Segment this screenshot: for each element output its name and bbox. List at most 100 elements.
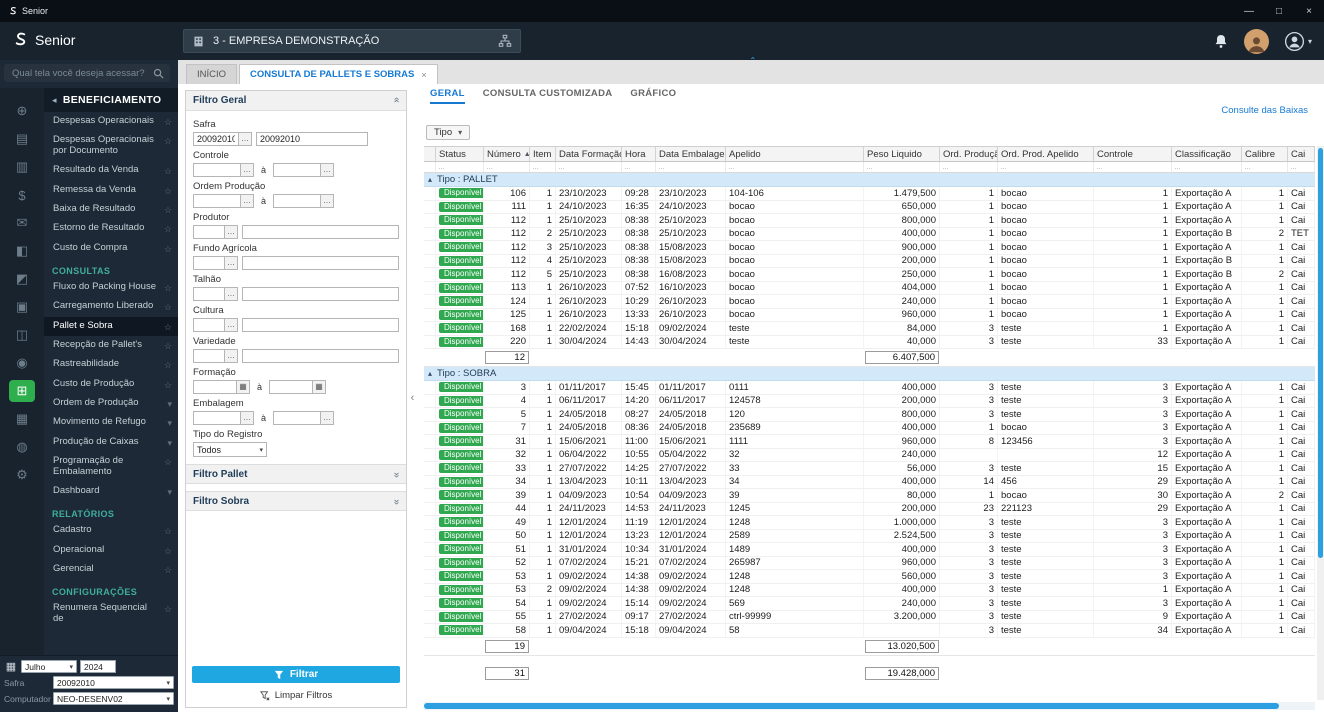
favorite-star-icon[interactable]: ☆ <box>164 186 172 196</box>
group-expanded-icon[interactable]: ▴ <box>428 369 432 378</box>
fundo-code-input[interactable] <box>193 256 225 270</box>
favorite-star-icon[interactable]: ☆ <box>164 457 172 467</box>
table-row[interactable]: Disponível 112 4 25/10/2023 08:38 15/08/2023 b… <box>424 254 1315 268</box>
sidebar-module-header[interactable]: ◂ BENEFICIAMENTO <box>44 88 178 112</box>
favorite-star-icon[interactable]: ☆ <box>164 546 172 556</box>
tipo-registro-select[interactable]: Todos ▾ <box>193 442 267 457</box>
table-row[interactable]: Disponível 34 1 13/04/2023 10:11 13/04/2023 34… <box>424 475 1315 489</box>
sidebar-item-movimento-de-refugo[interactable]: Movimento de Refugo ▾ <box>44 413 178 432</box>
sidebar-item-ordem-de-producao[interactable]: Ordem de Produção ▾ <box>44 394 178 413</box>
embalagem-to-input[interactable] <box>273 411 322 425</box>
collapse-up-icon[interactable]: » <box>391 98 402 103</box>
pin-icon[interactable]: ◍ <box>9 436 35 458</box>
production-icon[interactable]: ◩ <box>9 268 35 290</box>
computer-select[interactable]: NEO-DESENV02 ▾ <box>53 692 174 705</box>
column-header-classificacao[interactable]: Classificação <box>1172 147 1242 161</box>
column-header-ord-prod-apelido[interactable]: Ord. Prod. Apelido <box>998 147 1094 161</box>
column-header-data-embalagem[interactable]: Data Embalagem <box>656 147 726 161</box>
formacao-from-input[interactable] <box>193 380 237 394</box>
table-row[interactable]: Disponível 50 1 12/01/2024 13:23 12/01/2024 25… <box>424 529 1315 543</box>
user-icon[interactable]: ◉ <box>9 352 35 374</box>
results-tab-geral[interactable]: GERAL <box>430 88 465 104</box>
ordem-to-input[interactable] <box>273 194 322 208</box>
embalagem-from-input[interactable] <box>193 411 241 425</box>
table-row[interactable]: Disponível 52 1 07/02/2024 15:21 07/02/2024 26… <box>424 556 1315 570</box>
safra-desc-input[interactable] <box>256 132 368 146</box>
chevron-down-icon[interactable]: ▾ <box>167 438 172 448</box>
ordem-from-input[interactable] <box>193 194 241 208</box>
controle-to-lookup-button[interactable]: … <box>320 163 335 177</box>
maximize-button[interactable]: □ <box>1264 0 1294 22</box>
minimize-button[interactable]: — <box>1234 0 1264 22</box>
splitter-collapse-icon[interactable]: ‹ <box>411 392 415 404</box>
user-menu[interactable]: ▾ <box>1284 31 1312 52</box>
table-row[interactable]: Disponível 168 1 22/02/2024 15:18 09/02/2024 t… <box>424 322 1315 336</box>
consulta-baixas-link[interactable]: Consulte das Baixas <box>1221 105 1308 116</box>
results-tab-consulta-customizada[interactable]: CONSULTA CUSTOMIZADA <box>483 88 613 104</box>
table-row[interactable]: Disponível 112 2 25/10/2023 08:38 25/10/2023 b… <box>424 227 1315 241</box>
tab-inicio[interactable]: INÍCIO <box>186 64 238 84</box>
table-row[interactable]: Disponível 58 1 09/04/2024 15:18 09/04/2024 58… <box>424 624 1315 638</box>
table-row[interactable]: Disponível 53 1 09/02/2024 14:38 09/02/2024 12… <box>424 570 1315 584</box>
fundo-lookup-button[interactable]: … <box>224 256 238 270</box>
table-row[interactable]: Disponível 4 1 06/11/2017 14:20 06/11/2017 124… <box>424 394 1315 408</box>
sidebar-item-pallet-e-sobra[interactable]: Pallet e Sobra ☆ <box>44 316 178 336</box>
sidebar-item-custo-de-producao[interactable]: Custo de Produção ☆ <box>44 375 178 394</box>
sidebar-item-cadastro[interactable]: Cadastro ☆ <box>44 521 178 540</box>
chart-icon[interactable]: ▤ <box>9 128 35 150</box>
filter-row-cell-ord-producao[interactable]: … <box>940 162 998 172</box>
favorite-star-icon[interactable]: ☆ <box>164 341 172 351</box>
column-header-calibre[interactable]: Calibre <box>1242 147 1288 161</box>
favorite-star-icon[interactable]: ☆ <box>164 604 172 614</box>
table-row[interactable]: Disponível 7 1 24/05/2018 08:36 24/05/2018 235… <box>424 421 1315 435</box>
safra-select[interactable]: 20092010 ▾ <box>53 676 174 689</box>
column-header-cai[interactable]: Cai <box>1288 147 1315 161</box>
safra-code-input[interactable] <box>193 132 239 146</box>
table-row[interactable]: Disponível 53 2 09/02/2024 14:38 09/02/2024 12… <box>424 583 1315 597</box>
table-row[interactable]: Disponível 31 1 15/06/2021 11:00 15/06/2021 11… <box>424 435 1315 449</box>
table-row[interactable]: Disponível 5 1 24/05/2018 08:27 24/05/2018 120… <box>424 408 1315 422</box>
table-row[interactable]: Disponível 32 1 06/04/2022 10:55 05/04/2022 32… <box>424 448 1315 462</box>
collapse-down-icon[interactable]: » <box>391 499 402 504</box>
table-row[interactable]: Disponível 112 3 25/10/2023 08:38 15/08/2023 b… <box>424 241 1315 255</box>
table-row[interactable]: Disponível 55 1 27/02/2024 09:17 27/02/2024 ct… <box>424 610 1315 624</box>
panel-splitter[interactable]: ‹ <box>409 84 416 712</box>
filter-row-cell-apelido[interactable]: … <box>726 162 864 172</box>
mail-icon[interactable]: ✉ <box>9 212 35 234</box>
ordem-to-lookup-button[interactable]: … <box>320 194 335 208</box>
group-row-tipo-pallet[interactable]: ▴ Tipo : PALLET <box>424 173 1315 187</box>
table-row[interactable]: Disponível 113 1 26/10/2023 07:52 16/10/2023 b… <box>424 281 1315 295</box>
users-icon[interactable]: ◫ <box>9 324 35 346</box>
favorite-star-icon[interactable]: ☆ <box>164 565 172 575</box>
sidebar-item-fluxo-do-packing-house[interactable]: Fluxo do Packing House ☆ <box>44 278 178 297</box>
table-row[interactable]: Disponível 3 1 01/11/2017 15:45 01/11/2017 011… <box>424 381 1315 395</box>
formacao-from-date-button[interactable]: ▦ <box>236 380 250 394</box>
search-icon[interactable] <box>153 68 164 79</box>
collapse-down-icon[interactable]: » <box>391 472 402 477</box>
variedade-lookup-button[interactable]: … <box>224 349 238 363</box>
favorite-star-icon[interactable]: ☆ <box>164 360 172 370</box>
talhao-lookup-button[interactable]: … <box>224 287 238 301</box>
favorite-star-icon[interactable]: ☆ <box>164 302 172 312</box>
group-chip-tipo[interactable]: Tipo ▾ <box>426 124 471 140</box>
favorite-star-icon[interactable]: ☆ <box>164 136 172 146</box>
favorite-star-icon[interactable]: ☆ <box>164 244 172 254</box>
group-expanded-icon[interactable]: ▴ <box>428 175 432 184</box>
month-select[interactable]: Julho ▾ <box>21 660 77 673</box>
sidebar-item-resultado-da-venda[interactable]: Resultado da Venda ☆ <box>44 161 178 180</box>
table-row[interactable]: Disponível 220 1 30/04/2024 14:43 30/04/2024 t… <box>424 335 1315 349</box>
filter-row-cell-item[interactable]: … <box>530 162 556 172</box>
sidebar-item-operacional[interactable]: Operacional ☆ <box>44 541 178 560</box>
ordem-from-lookup-button[interactable]: … <box>240 194 254 208</box>
finance-icon[interactable]: $ <box>9 184 35 206</box>
table-row[interactable]: Disponível 125 1 26/10/2023 13:33 26/10/2023 b… <box>424 308 1315 322</box>
favorite-star-icon[interactable]: ☆ <box>164 526 172 536</box>
column-header-peso-liquido[interactable]: Peso Liquido <box>864 147 940 161</box>
filter-row-cell-cai[interactable]: … <box>1288 162 1315 172</box>
sidebar-item-baixa-de-resultado[interactable]: Baixa de Resultado ☆ <box>44 200 178 219</box>
controle-to-input[interactable] <box>273 163 322 177</box>
table-row[interactable]: Disponível 106 1 23/10/2023 09:28 23/10/2023 1… <box>424 187 1315 201</box>
back-icon[interactable]: ◂ <box>52 95 57 106</box>
box-icon[interactable]: ▣ <box>9 296 35 318</box>
formacao-to-date-button[interactable]: ▦ <box>312 380 327 394</box>
